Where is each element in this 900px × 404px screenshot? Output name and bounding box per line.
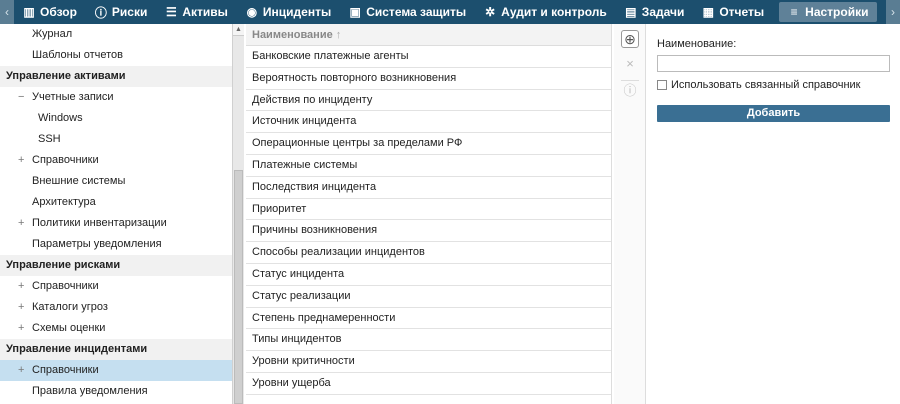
sidebar-tree: Журнал Шаблоны отчетов Управление актива… (0, 24, 232, 404)
sidebar-item-inventory-policies[interactable]: + Политики инвентаризации (0, 213, 232, 234)
sidebar-section-label: Управление инцидентами (6, 343, 148, 355)
sidebar-item-risk-directories[interactable]: + Справочники (0, 276, 232, 297)
sidebar-item-windows[interactable]: Windows (0, 108, 232, 129)
list-item[interactable]: Уровни критичности (246, 351, 611, 373)
list-item[interactable]: Источник инцидента (246, 111, 611, 134)
list-item[interactable]: Последствия инцидента (246, 177, 611, 199)
linked-directory-label: Использовать связанный справочник (671, 79, 861, 91)
tasks-icon: ▤ (625, 5, 637, 19)
sidebar-item-incident-directories[interactable]: + Справочники (0, 360, 232, 381)
cog-icon: ✲ (485, 5, 496, 19)
target-icon: ◉ (246, 5, 258, 19)
sidebar-item-journal[interactable]: Журнал (0, 24, 232, 45)
expand-icon[interactable]: + (18, 213, 32, 234)
list-item[interactable]: Статус инцидента (246, 264, 611, 286)
database-icon: ☰ (165, 5, 177, 19)
sidebar-item-accounts[interactable]: − Учетные записи (0, 87, 232, 108)
sidebar-item-asset-directories[interactable]: + Справочники (0, 150, 232, 171)
nav-item-protection[interactable]: ▣ Система защиты (340, 0, 475, 24)
shield-icon: ▣ (349, 5, 361, 19)
sidebar-item-architecture[interactable]: Архитектура (0, 192, 232, 213)
linked-directory-checkbox[interactable] (657, 80, 667, 90)
sidebar-item-external-systems[interactable]: Внешние системы (0, 171, 232, 192)
nav-item-audit[interactable]: ✲ Аудит и контроль (475, 0, 616, 24)
list-item[interactable]: Типы инцидентов (246, 329, 611, 352)
sidebar-item-label: Архитектура (32, 196, 96, 208)
nav-item-reports[interactable]: ▦ Отчеты (693, 0, 773, 24)
menu-icon: ≡ (790, 5, 798, 19)
alert-circle-icon: ⓘ (94, 5, 107, 20)
list-item[interactable]: Операционные центры за пределами РФ (246, 133, 611, 155)
sort-ascending-icon: ↑ (335, 29, 342, 41)
sidebar-item-label: Учетные записи (32, 91, 114, 103)
add-button[interactable]: Добавить (657, 105, 890, 122)
nav-scroll-right-icon[interactable]: › (886, 0, 900, 24)
bar-chart-icon: ▥ (23, 5, 35, 19)
delete-icon[interactable]: × (621, 54, 639, 72)
list-item[interactable]: Приоритет (246, 199, 611, 221)
list-item[interactable]: Степень преднамеренности (246, 308, 611, 330)
sidebar-item-label: Windows (38, 112, 83, 124)
sidebar-item-report-templates[interactable]: Шаблоны отчетов (0, 45, 232, 66)
info-icon[interactable]: ⓘ (621, 80, 639, 98)
sidebar-item-label: Правила уведомления (32, 385, 148, 397)
list-item[interactable]: Действия по инциденту (246, 90, 611, 112)
report-icon: ▦ (702, 5, 714, 19)
add-form: Наименование: Использовать связанный спр… (648, 24, 900, 404)
sidebar-item-label: Схемы оценки (32, 322, 106, 334)
expand-icon[interactable]: + (18, 276, 32, 297)
sidebar-item-notification-params[interactable]: Параметры уведомления (0, 234, 232, 255)
list-item[interactable]: Уровни ущерба (246, 373, 611, 395)
directory-list: Наименование ↑ Банковские платежные агент… (246, 24, 612, 404)
top-navigation: ‹ ▥ Обзор ⓘ Риски ☰ Активы ◉ Инциденты ▣… (0, 0, 900, 24)
sidebar-item-label: Журнал (32, 28, 73, 40)
sidebar-item-label: Каталоги угроз (32, 301, 108, 313)
sidebar-item-notification-rules[interactable]: Правила уведомления (0, 381, 232, 402)
sidebar-item-ssh[interactable]: SSH (0, 129, 232, 150)
collapse-icon[interactable]: − (18, 87, 32, 108)
sidebar-item-label: Справочники (32, 280, 99, 292)
nav-item-risks[interactable]: ⓘ Риски (86, 0, 156, 24)
expand-icon[interactable]: + (18, 297, 32, 318)
sidebar-item-label: Шаблоны отчетов (32, 49, 123, 61)
sidebar-section-label: Управление рисками (6, 259, 121, 271)
add-icon[interactable]: ⊕ (621, 30, 639, 48)
list-toolbar: ⊕ × ⓘ (614, 24, 646, 404)
sidebar-item-label: Политики инвентаризации (32, 217, 167, 229)
scrollbar-thumb[interactable] (234, 170, 243, 404)
sidebar-section-incidents[interactable]: Управление инцидентами (0, 339, 232, 360)
expand-icon[interactable]: + (18, 150, 32, 171)
sidebar-item-label: Внешние системы (32, 175, 126, 187)
sidebar-item-label: SSH (38, 133, 61, 145)
list-item[interactable]: Статус реализации (246, 286, 611, 308)
name-label: Наименование: (657, 38, 737, 50)
expand-icon[interactable]: + (18, 318, 32, 339)
nav-item-assets[interactable]: ☰ Активы (156, 0, 237, 24)
list-item[interactable]: Платежные системы (246, 155, 611, 177)
list-item[interactable]: Причины возникновения (246, 220, 611, 243)
column-header-name[interactable]: Наименование ↑ (246, 24, 611, 46)
nav-item-overview[interactable]: ▥ Обзор (14, 0, 86, 24)
list-item[interactable]: Способы реализации инцидентов (246, 242, 611, 264)
expand-icon[interactable]: + (18, 360, 32, 381)
nav-scroll-left-icon[interactable]: ‹ (0, 0, 14, 24)
name-input[interactable] (657, 55, 890, 72)
sidebar-section-risks[interactable]: Управление рисками (0, 255, 232, 276)
sidebar-section-label: Управление активами (6, 70, 126, 82)
sidebar-item-label: Справочники (32, 364, 99, 376)
scroll-up-icon[interactable]: ▲ (233, 24, 244, 36)
linked-directory-row[interactable]: Использовать связанный справочник (657, 79, 890, 91)
nav-item-settings[interactable]: ≡ Настройки (779, 2, 878, 22)
sidebar-item-threat-catalogs[interactable]: + Каталоги угроз (0, 297, 232, 318)
list-item[interactable]: Банковские платежные агенты (246, 46, 611, 68)
nav-item-tasks[interactable]: ▤ Задачи (616, 0, 694, 24)
list-item[interactable]: Вероятность повторного возникновения (246, 68, 611, 90)
sidebar-scrollbar[interactable]: ▲ (232, 24, 244, 404)
sidebar-item-label: Справочники (32, 154, 99, 166)
sidebar-section-assets[interactable]: Управление активами (0, 66, 232, 87)
sidebar-item-label: Параметры уведомления (32, 238, 162, 250)
sidebar-item-assessment-schemes[interactable]: + Схемы оценки (0, 318, 232, 339)
nav-item-incidents[interactable]: ◉ Инциденты (237, 0, 340, 24)
